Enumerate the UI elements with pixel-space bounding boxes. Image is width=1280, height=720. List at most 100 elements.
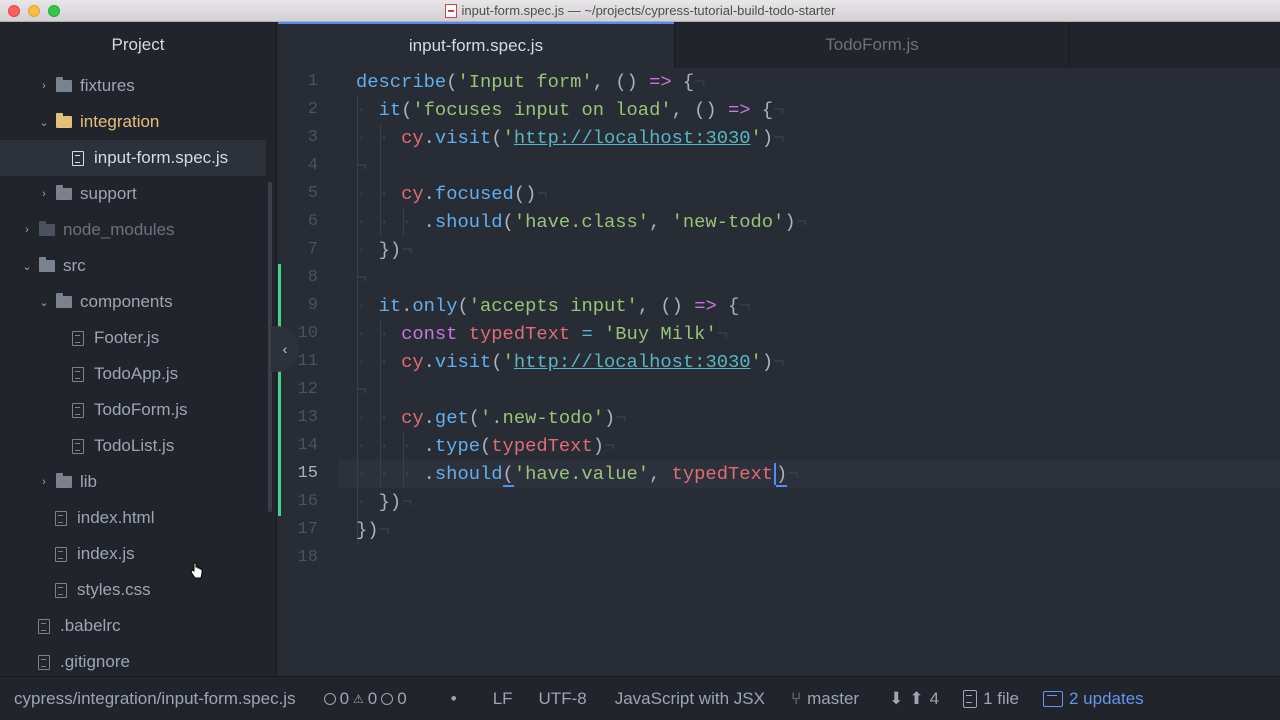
tree-item-node-modules[interactable]: › node_modules: [0, 212, 276, 248]
folder-icon: [39, 221, 55, 236]
file-tree: › fixtures ⌄ integration input-form.spec…: [0, 68, 276, 676]
tree-item-index-html[interactable]: index.html: [0, 500, 276, 536]
line-number: 14: [297, 436, 318, 455]
tree-item-integration[interactable]: ⌄ integration: [0, 104, 276, 140]
tree-view-header[interactable]: Project: [0, 22, 276, 68]
folder-icon: [56, 77, 72, 92]
tree-item-label: styles.css: [77, 580, 151, 599]
status-encoding[interactable]: UTF-8: [539, 689, 587, 709]
tree-item-label: TodoApp.js: [94, 364, 179, 383]
tree-item-todolist-js[interactable]: TodoList.js: [0, 428, 276, 464]
code-line-1: describe('Input form', () => {¬: [356, 71, 706, 93]
arrow-down-icon: ⬇: [889, 688, 904, 708]
tree-item-input-form-spec[interactable]: input-form.spec.js: [0, 140, 266, 176]
line-number: 12: [297, 380, 318, 399]
line-number: 7: [307, 240, 318, 259]
code-editor[interactable]: 1 2 3 4 5 6 7 8 9 10 11 12 13 14 15 16 1…: [278, 68, 1280, 676]
code-line-8: ¬: [356, 267, 368, 289]
hand-pointer-icon: [190, 562, 203, 579]
code-line-9: · it.only('accepts input', () => {¬: [356, 295, 751, 317]
tree-item-label: fixtures: [80, 76, 135, 95]
tree-item-index-js[interactable]: index.js: [0, 536, 276, 572]
tree-item-label: components: [80, 292, 173, 311]
folder-icon: [56, 473, 72, 488]
file-icon: [55, 510, 67, 526]
line-number: 15: [297, 464, 318, 483]
tree-item-support[interactable]: › support: [0, 176, 276, 212]
diff-icon: [963, 689, 978, 708]
tab-input-form-spec[interactable]: input-form.spec.js: [278, 22, 674, 68]
line-number: 2: [307, 100, 318, 119]
status-git-branch[interactable]: ⑂ master: [791, 689, 859, 709]
code-line-2: · it('focuses input on load', () => {¬: [356, 99, 785, 121]
ahead-count: 4: [929, 688, 940, 708]
line-number: 16: [297, 492, 318, 511]
folder-icon: [56, 293, 72, 308]
tree-item-todoapp-js[interactable]: TodoApp.js: [0, 356, 276, 392]
tree-item-todoform-js[interactable]: TodoForm.js: [0, 392, 276, 428]
tree-item-label: index.js: [77, 544, 135, 563]
status-line-ending[interactable]: LF: [493, 689, 513, 709]
status-grammar[interactable]: JavaScript with JSX: [615, 689, 765, 709]
chevron-down-icon: ⌄: [39, 296, 49, 309]
chevron-right-icon: ›: [42, 80, 46, 92]
updates-label: 2 updates: [1069, 688, 1144, 708]
file-icon: [72, 402, 84, 418]
status-git-fetch[interactable]: ⬇ ⬆ 4: [889, 689, 939, 709]
status-file-path[interactable]: cypress/integration/input-form.spec.js: [14, 689, 296, 709]
code-line-10: · · const typedText = 'Buy Milk'¬: [356, 323, 729, 345]
code-line-17: })¬: [356, 519, 390, 541]
maximize-window-button[interactable]: [48, 5, 60, 17]
file-icon: [38, 654, 50, 670]
tree-item-label: support: [80, 184, 137, 203]
package-icon: [1043, 690, 1063, 707]
folder-icon: [56, 113, 72, 128]
file-icon: [55, 546, 67, 562]
status-updates[interactable]: 2 updates: [1043, 689, 1144, 709]
warning-count: 0: [367, 688, 378, 708]
tree-item-footer-js[interactable]: Footer.js: [0, 320, 276, 356]
tree-item-babelrc[interactable]: .babelrc: [0, 608, 276, 644]
tree-item-fixtures[interactable]: › fixtures: [0, 68, 276, 104]
tree-item-styles-css[interactable]: styles.css: [0, 572, 276, 608]
tree-item-label: node_modules: [63, 220, 175, 239]
info-icon: [381, 692, 394, 705]
line-number-gutter: 1 2 3 4 5 6 7 8 9 10 11 12 13 14 15 16 1…: [278, 68, 338, 676]
info-count: 0: [397, 688, 407, 708]
chevron-left-icon: ‹: [282, 341, 288, 357]
window-title: input-form.spec.js — ~/projects/cypress-…: [461, 3, 836, 18]
chevron-right-icon: ›: [25, 224, 29, 236]
chevron-right-icon: ›: [42, 188, 46, 200]
code-line-5: · · cy.focused()¬: [356, 183, 548, 205]
line-number: 4: [307, 156, 318, 175]
tree-view: Project › fixtures ⌄ integration input-f…: [0, 22, 277, 676]
folder-icon: [39, 257, 55, 272]
title-bar: input-form.spec.js — ~/projects/cypress-…: [0, 0, 1280, 22]
arrow-up-icon: ⬆: [909, 688, 924, 708]
changed-files-label: 1 file: [983, 688, 1019, 708]
file-icon: [72, 438, 84, 454]
tree-item-components[interactable]: ⌄ components: [0, 284, 276, 320]
code-line-4: ¬: [356, 155, 368, 177]
code-line-12: ¬: [356, 379, 368, 401]
code-line-11: · · cy.visit('http://localhost:3030')¬: [356, 351, 785, 373]
tree-item-label: TodoList.js: [94, 436, 175, 455]
tab-todoform[interactable]: TodoForm.js: [674, 22, 1070, 68]
line-number: 5: [307, 184, 318, 203]
status-changed-files[interactable]: 1 file: [963, 689, 1019, 709]
tree-item-label: TodoForm.js: [94, 400, 188, 419]
line-number: 8: [307, 268, 318, 287]
tree-item-src[interactable]: ⌄ src: [0, 248, 276, 284]
status-diagnostics[interactable]: 0 ⚠ 0 0: [323, 688, 407, 709]
git-branch-icon: ⑂: [790, 688, 802, 708]
code-line-7: · })¬: [356, 239, 413, 261]
status-bar: cypress/integration/input-form.spec.js 0…: [0, 676, 1280, 720]
close-window-button[interactable]: [8, 5, 20, 17]
tree-item-label: src: [63, 256, 86, 275]
tree-item-lib[interactable]: › lib: [0, 464, 276, 500]
tree-item-label: input-form.spec.js: [94, 148, 229, 167]
minimize-window-button[interactable]: [28, 5, 40, 17]
tree-item-gitignore[interactable]: .gitignore: [0, 644, 276, 676]
file-icon: [72, 150, 84, 166]
line-number: 9: [307, 296, 318, 315]
